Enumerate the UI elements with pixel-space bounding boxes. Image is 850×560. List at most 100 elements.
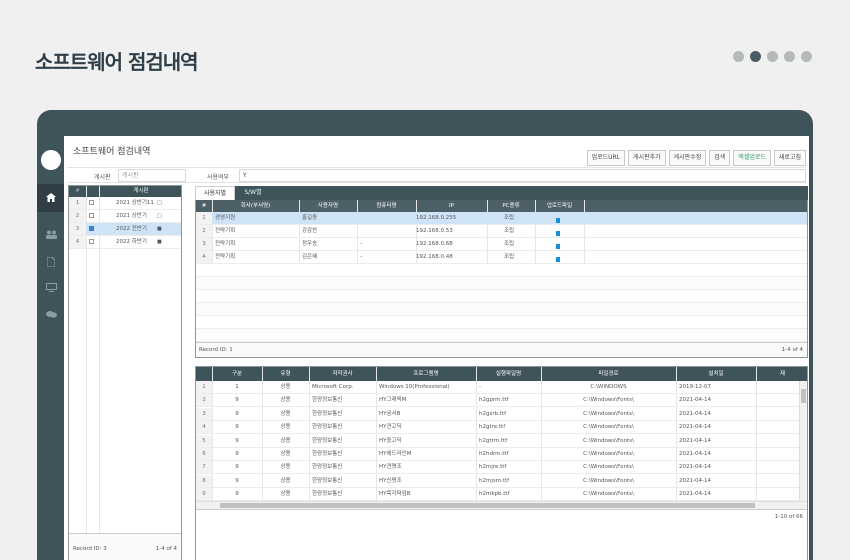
pager-dot[interactable] [801,51,812,62]
sw-hscroll-thumb[interactable] [220,503,755,508]
sw-horizontal-scrollbar[interactable] [196,501,807,509]
sw-cell-date: 2021-04-14 [679,424,711,431]
user-record-count: 1-4 of 4 [781,347,803,353]
sw-cell-exe: h2mjre.ttf [479,464,507,471]
file-icon[interactable] [556,231,560,236]
use-filter-select[interactable]: Y [239,169,806,182]
board-filter-label: 게시판 [94,174,111,181]
sw-cell-owner: 한양정보통신 [312,424,343,431]
checkbox-icon[interactable] [89,239,94,244]
sw-cell-prog: HY견고딕 [379,424,402,431]
row-number: 9 [196,488,212,501]
board-row[interactable]: 1 2021 상반기11 □ [69,197,181,210]
user-col-header: # [201,203,207,209]
checkbox-icon[interactable] [89,226,94,231]
excel-upload-button[interactable]: 엑셀업로드 [733,150,771,166]
sw-cell-prog: Windows 10(Professional) [379,384,450,390]
pager-dot[interactable] [784,51,795,62]
sw-row[interactable]: 1 1 상용 Microsoft Corp. Windows 10(Profession… [196,381,807,394]
sw-cell-date: 2021-04-14 [679,410,711,417]
upload-url-button[interactable]: 업로드URL [586,150,626,166]
sw-cell-path: C:\Windows\Fonts\ [583,410,634,417]
file-icon[interactable] [556,257,560,262]
sw-col-header: 실행파일명 [495,371,522,377]
sw-scroll-thumb[interactable] [801,389,806,403]
sw-row[interactable]: 2 9 상용 한양정보통신 HY그래픽M h2gprm.ttf C:\Windows\Fon… [196,394,807,408]
board-filter-input[interactable]: 게시판 [118,169,186,182]
board-name: 2022 전반기 [116,226,147,232]
tab-by-sw[interactable]: S/W별 [235,186,271,200]
pager-dot[interactable] [733,51,744,62]
board-grid-footer: Record ID: 3 1-4 of 4 [69,533,181,560]
board-name: 2021 상반기11 [116,200,154,206]
search-button[interactable]: 검색 [709,150,731,166]
sw-cell-cat: 9 [235,437,239,444]
sw-cell-exe: h2gtrm.ttf [479,437,508,444]
sw-cell-cat: 9 [235,410,239,417]
row-checkbox[interactable] [89,197,94,210]
board-header-name: 게시판 [133,188,149,194]
row-checkbox[interactable] [89,236,94,249]
pager-dot[interactable] [767,51,778,62]
checkbox-icon[interactable] [89,213,94,218]
refresh-button[interactable]: 새로고침 [773,150,806,166]
sw-cell-kind: 상용 [280,410,291,417]
sw-cell-prog: HY헤드라인M [379,451,412,457]
empty-row [196,329,807,342]
user-col-header: 사용자명 [317,203,339,209]
user-cell-pc: - [360,241,362,247]
pager-dot-active[interactable] [750,51,761,62]
chat-icon[interactable] [45,310,57,320]
sw-col-header: 구분 [231,371,243,377]
sw-col-header: 유형 [280,371,291,377]
row-number: 3 [196,407,212,420]
row-checkbox[interactable] [89,210,94,223]
monitor-icon[interactable] [45,283,57,293]
user-cell-user: 강감찬 [302,228,318,234]
user-row[interactable]: 4 전략기획 김은혜 - 192.168.0.48 조립 [196,251,807,264]
user-row[interactable]: 2 전략기획 강감찬 192.168.0.53 조립 [196,225,807,238]
add-board-button[interactable]: 게시판추가 [628,150,666,166]
row-number: 1 [196,212,212,224]
board-row[interactable]: 2 2021 상반기 □ [69,210,181,223]
user-cell-type: 조립 [504,228,515,234]
app-title: 소프트웨어 점검내역 [73,147,151,157]
tab-by-user[interactable]: 사용자별 [195,186,235,200]
board-record-id: Record ID: 3 [73,546,107,552]
sw-cell-exe: - [479,384,481,390]
page-title: 소프트웨어 점검내역 [35,50,199,74]
file-icon[interactable] [556,218,560,223]
lock-icon: ■ [157,226,162,232]
sw-cell-path: C:\Windows\Fonts\ [583,464,634,471]
sw-row[interactable]: 6 9 상용 한양정보통신 HY헤드라인M h2hdrm.ttf C:\Windows\Fo… [196,448,807,461]
sw-row[interactable]: 8 9 상용 한양정보통신 HY신명조 h2mjsm.ttf C:\Windows\Font… [196,474,807,488]
sw-row[interactable]: 7 9 상용 한양정보통신 HY견명조 h2mjre.ttf C:\Windows\Font… [196,461,807,475]
avatar[interactable] [41,150,61,170]
user-row[interactable]: 3 전략기획 정우송 - 192.168.0.68 조립 [196,238,807,251]
sw-cell-prog: HY그래픽M [379,397,407,404]
home-icon[interactable] [45,193,57,203]
document-icon[interactable] [45,256,57,268]
edit-board-button[interactable]: 게시판수정 [668,150,707,166]
board-row[interactable]: 3 2022 전반기 ■ [69,223,181,236]
sw-row[interactable]: 4 9 상용 한양정보통신 HY견고딕 h2gtre.ttf C:\Windows\Font… [196,421,807,435]
row-number: 4 [69,236,86,248]
file-icon[interactable] [556,244,560,249]
users-icon[interactable] [45,230,57,240]
unlock-icon: □ [157,200,162,206]
sw-row[interactable]: 5 9 상용 한양정보통신 HY중고딕 h2gtrm.ttf C:\Windows\Font… [196,434,807,448]
board-name: 2022 하반기 [116,239,147,245]
row-number: 2 [196,225,212,237]
user-col-header: PC종류 [502,203,520,209]
row-checkbox[interactable] [89,223,94,236]
checkbox-icon[interactable] [89,200,94,205]
row-number: 6 [196,448,212,460]
user-row[interactable]: 1 경영지원 홍길동 192.168.0.255 조립 [196,212,807,225]
user-record-id: Record ID: 1 [199,347,233,353]
sw-row[interactable]: 3 9 상용 한양정보통신 HY궁서B h2gsrb.ttf C:\Windows\Font… [196,407,807,421]
board-row[interactable]: 4 2022 하반기 ■ [69,236,181,249]
sw-vertical-scrollbar[interactable] [799,381,807,501]
user-cell-ip: 192.168.0.68 [416,241,453,247]
sw-row[interactable]: 9 9 상용 한양정보통신 HY목각파임B h2mkpb.ttf C:\Windows\Fo… [196,488,807,502]
sw-cell-exe: h2mjsm.ttf [479,477,510,484]
